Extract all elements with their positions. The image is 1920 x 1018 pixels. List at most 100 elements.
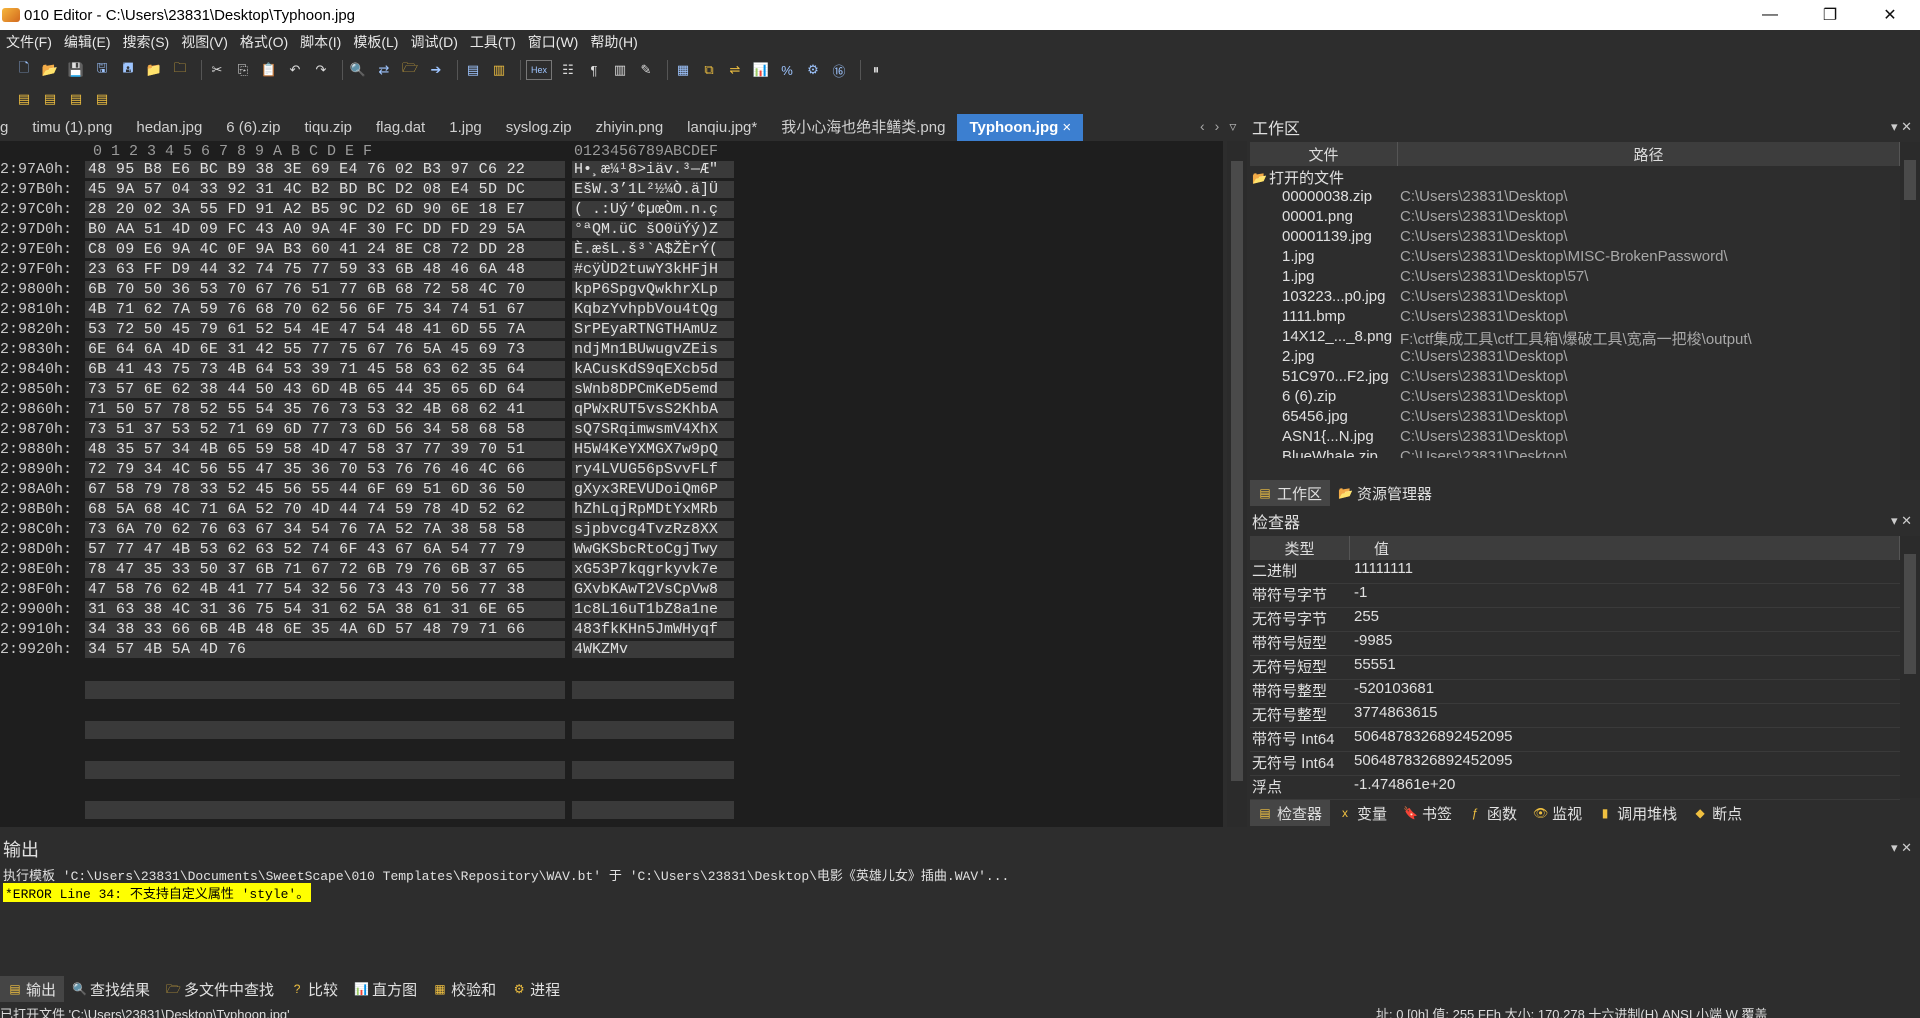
- hex-row[interactable]: 2:97E0h: C8 09 E6 9A 4C 0F 9A B3 60 41 24…: [0, 241, 740, 261]
- hex-editor[interactable]: 0 1 2 3 4 5 6 7 8 9 A B C D E F 01234567…: [0, 141, 1223, 827]
- tab-process[interactable]: ⚙ 进程: [504, 976, 568, 1002]
- histogram-icon[interactable]: 📊: [751, 60, 771, 80]
- open-file-icon[interactable]: 📂: [40, 60, 60, 80]
- hex-bytes[interactable]: 72 79 34 4C 56 55 47 35 36 70 53 76 76 4…: [85, 461, 565, 478]
- hex-ascii[interactable]: SrPEyaRTNGTHAmUz: [572, 321, 734, 338]
- file-tab[interactable]: hedan.jpg: [124, 114, 214, 141]
- file-tab[interactable]: 1.jpg: [437, 114, 494, 141]
- workspace-file-row[interactable]: 65456.jpg C:\Users\23831\Desktop\: [1250, 408, 1900, 428]
- menu-format[interactable]: 格式(O): [234, 32, 294, 52]
- hex-bytes[interactable]: 67 58 79 78 33 52 45 56 55 44 6F 69 51 6…: [85, 481, 565, 498]
- tab-histogram[interactable]: 📊 直方图: [346, 976, 425, 1002]
- menu-help[interactable]: 帮助(H): [584, 32, 643, 52]
- inspector-row[interactable]: 带符号整型 -520103681: [1250, 680, 1900, 704]
- tab-checksum[interactable]: ▦ 校验和: [425, 976, 504, 1002]
- hex-row[interactable]: 2:9850h: 73 57 6E 62 38 44 50 43 6D 4B 65…: [0, 381, 740, 401]
- inspector-value[interactable]: 3774863615: [1350, 704, 1437, 727]
- file-tab[interactable]: zhiyin.png: [584, 114, 676, 141]
- hex-row[interactable]: 2:98B0h: 68 5A 68 4C 71 6A 52 70 4D 44 74…: [0, 501, 740, 521]
- hex-ascii[interactable]: 483fkKHn5JmWHyqf: [572, 621, 734, 638]
- hex-ascii[interactable]: GXvbKAwT2VsCpVw8: [572, 581, 734, 598]
- template-icon[interactable]: ▤: [463, 60, 483, 80]
- inspector-row[interactable]: 无符号整型 3774863615: [1250, 704, 1900, 728]
- tab-bookmarks[interactable]: 🔖 书签: [1395, 800, 1460, 826]
- hex-ascii[interactable]: kACusKdS9qEXcb5d: [572, 361, 734, 378]
- hex-bytes[interactable]: 53 72 50 45 79 61 52 54 4E 47 54 48 41 6…: [85, 321, 565, 338]
- workspace-file-row[interactable]: 00001.png C:\Users\23831\Desktop\: [1250, 208, 1900, 228]
- find-in-files-icon[interactable]: 🗁: [400, 60, 420, 80]
- file-tab[interactable]: 6 (6).zip: [214, 114, 292, 141]
- hex-ascii[interactable]: 4WKZMv: [572, 641, 734, 658]
- hex-row[interactable]: 2:9840h: 6B 41 43 75 73 4B 64 53 39 71 45…: [0, 361, 740, 381]
- hex-row[interactable]: 2:9900h: 31 63 38 4C 31 36 75 54 31 62 5A…: [0, 601, 740, 621]
- hex-ascii[interactable]: H•¸æ¼¹8>iäv.³—Æ": [572, 161, 734, 178]
- close-button[interactable]: ✕: [1860, 0, 1920, 30]
- hex-bytes[interactable]: 23 63 FF D9 44 32 74 75 77 59 33 6B 48 4…: [85, 261, 565, 278]
- inspector-value[interactable]: 55551: [1350, 656, 1396, 679]
- workspace-file-row[interactable]: 1.jpg C:\Users\23831\Desktop\57\: [1250, 268, 1900, 288]
- hex-ascii[interactable]: xG53P7kqgrkyvk7e: [572, 561, 734, 578]
- hex-ascii[interactable]: ry4LVUG56pSvvFLf: [572, 461, 734, 478]
- inspector-row[interactable]: 带符号字节 -1: [1250, 584, 1900, 608]
- hex-row[interactable]: 2:98E0h: 78 47 35 33 50 37 6B 71 67 72 6B…: [0, 561, 740, 581]
- hex-row[interactable]: 2:97F0h: 23 63 FF D9 44 32 74 75 77 59 33…: [0, 261, 740, 281]
- hex-ascii[interactable]: 1c8L16uT1bZ8a1ne: [572, 601, 734, 618]
- inspector-scrollbar[interactable]: [1900, 536, 1920, 798]
- workspace-file-row[interactable]: 103223...p0.jpg C:\Users\23831\Desktop\: [1250, 288, 1900, 308]
- tab-output[interactable]: ▤ 输出: [0, 976, 65, 1002]
- workspace-scrollbar[interactable]: [1900, 142, 1920, 492]
- scrollbar-thumb[interactable]: [1904, 554, 1916, 674]
- hex-row[interactable]: 2:98C0h: 73 6A 70 62 76 63 67 34 54 76 7A…: [0, 521, 740, 541]
- inspector-value[interactable]: 5064878326892452095: [1350, 728, 1513, 751]
- hex-ascii[interactable]: H5W4KeYXMGX7w9pQ: [572, 441, 734, 458]
- tab-prev-icon[interactable]: ‹: [1200, 118, 1205, 135]
- replace-icon[interactable]: ⇄: [374, 60, 394, 80]
- new-file-icon[interactable]: 🗋: [14, 60, 34, 80]
- hex-bytes[interactable]: 6E 64 6A 4D 6E 31 42 55 77 75 67 76 5A 4…: [85, 341, 565, 358]
- menu-window[interactable]: 窗口(W): [522, 32, 585, 52]
- workspace-file-row[interactable]: 6 (6).zip C:\Users\23831\Desktop\: [1250, 388, 1900, 408]
- scrollbar-thumb[interactable]: [1904, 160, 1916, 200]
- hex-bytes[interactable]: 4B 71 62 7A 59 76 68 70 62 56 6F 75 34 7…: [85, 301, 565, 318]
- text-mode-icon[interactable]: ☷: [558, 60, 578, 80]
- hex-mode-icon[interactable]: Hex: [526, 60, 552, 80]
- hex-bytes[interactable]: 78 47 35 33 50 37 6B 71 67 72 6B 79 76 6…: [85, 561, 565, 578]
- hex-ascii[interactable]: gXyx3REVUDoiQm6P: [572, 481, 734, 498]
- menu-search[interactable]: 搜索(S): [117, 32, 176, 52]
- col-path[interactable]: 路径: [1398, 142, 1900, 166]
- highlight-icon[interactable]: ✎: [636, 60, 656, 80]
- hex-row[interactable]: 2:97B0h: 45 9A 57 04 33 92 31 4C B2 BD BC…: [0, 181, 740, 201]
- hex-ascii[interactable]: hZhLqjRpMDtYxMRb: [572, 501, 734, 518]
- inspector-row[interactable]: 浮点 -1.474861e+20: [1250, 776, 1900, 800]
- tab-variables[interactable]: x 变量: [1330, 800, 1395, 826]
- menu-template[interactable]: 模板(L): [347, 32, 404, 52]
- file-tab[interactable]: tiqu.zip: [292, 114, 364, 141]
- workspace-file-row[interactable]: 2.jpg C:\Users\23831\Desktop\: [1250, 348, 1900, 368]
- inspector-row[interactable]: 二进制 11111111: [1250, 560, 1900, 584]
- file-tab[interactable]: timu (1).png: [20, 114, 124, 141]
- save-as-icon[interactable]: 🖫: [92, 60, 112, 80]
- hex-ascii[interactable]: qPWxRUT5vsS2KhbA: [572, 401, 734, 418]
- script-run3-icon[interactable]: ▤: [66, 89, 86, 109]
- menu-tools[interactable]: 工具(T): [464, 32, 522, 52]
- col-type[interactable]: 类型: [1250, 536, 1350, 560]
- hex-row[interactable]: 2:9910h: 34 38 33 66 6B 4B 48 6E 35 4A 6D…: [0, 621, 740, 641]
- calculator-icon[interactable]: ▦: [673, 60, 693, 80]
- inspector-row[interactable]: 带符号短型 -9985: [1250, 632, 1900, 656]
- inspector-value[interactable]: -9985: [1350, 632, 1392, 655]
- goto-icon[interactable]: ➔: [426, 60, 446, 80]
- workspace-file-row[interactable]: 51C970...F2.jpg C:\Users\23831\Desktop\: [1250, 368, 1900, 388]
- hex-bytes[interactable]: 6B 70 50 36 53 70 67 76 51 77 6B 68 72 5…: [85, 281, 565, 298]
- hex-row[interactable]: 2:98D0h: 57 77 47 4B 53 62 63 52 74 6F 43…: [0, 541, 740, 561]
- hex-ascii[interactable]: sQ7SRqimwsmV4XhX: [572, 421, 734, 438]
- scrollbar-thumb[interactable]: [1231, 161, 1243, 781]
- hex-bytes[interactable]: 73 57 6E 62 38 44 50 43 6D 4B 65 44 35 6…: [85, 381, 565, 398]
- open-folder-icon[interactable]: 🗀: [170, 60, 190, 80]
- col-file[interactable]: 文件: [1250, 142, 1398, 166]
- hex-ascii[interactable]: ( .:Uý‘¢µœÒm.n.ç: [572, 201, 734, 218]
- hex-bytes[interactable]: 31 63 38 4C 31 36 75 54 31 62 5A 38 61 3…: [85, 601, 565, 618]
- undo-icon[interactable]: ↶: [285, 60, 305, 80]
- redo-icon[interactable]: ↷: [311, 60, 331, 80]
- inspector-row[interactable]: 无符号 Int64 5064878326892452095: [1250, 752, 1900, 776]
- inspector-value[interactable]: -1: [1350, 584, 1367, 607]
